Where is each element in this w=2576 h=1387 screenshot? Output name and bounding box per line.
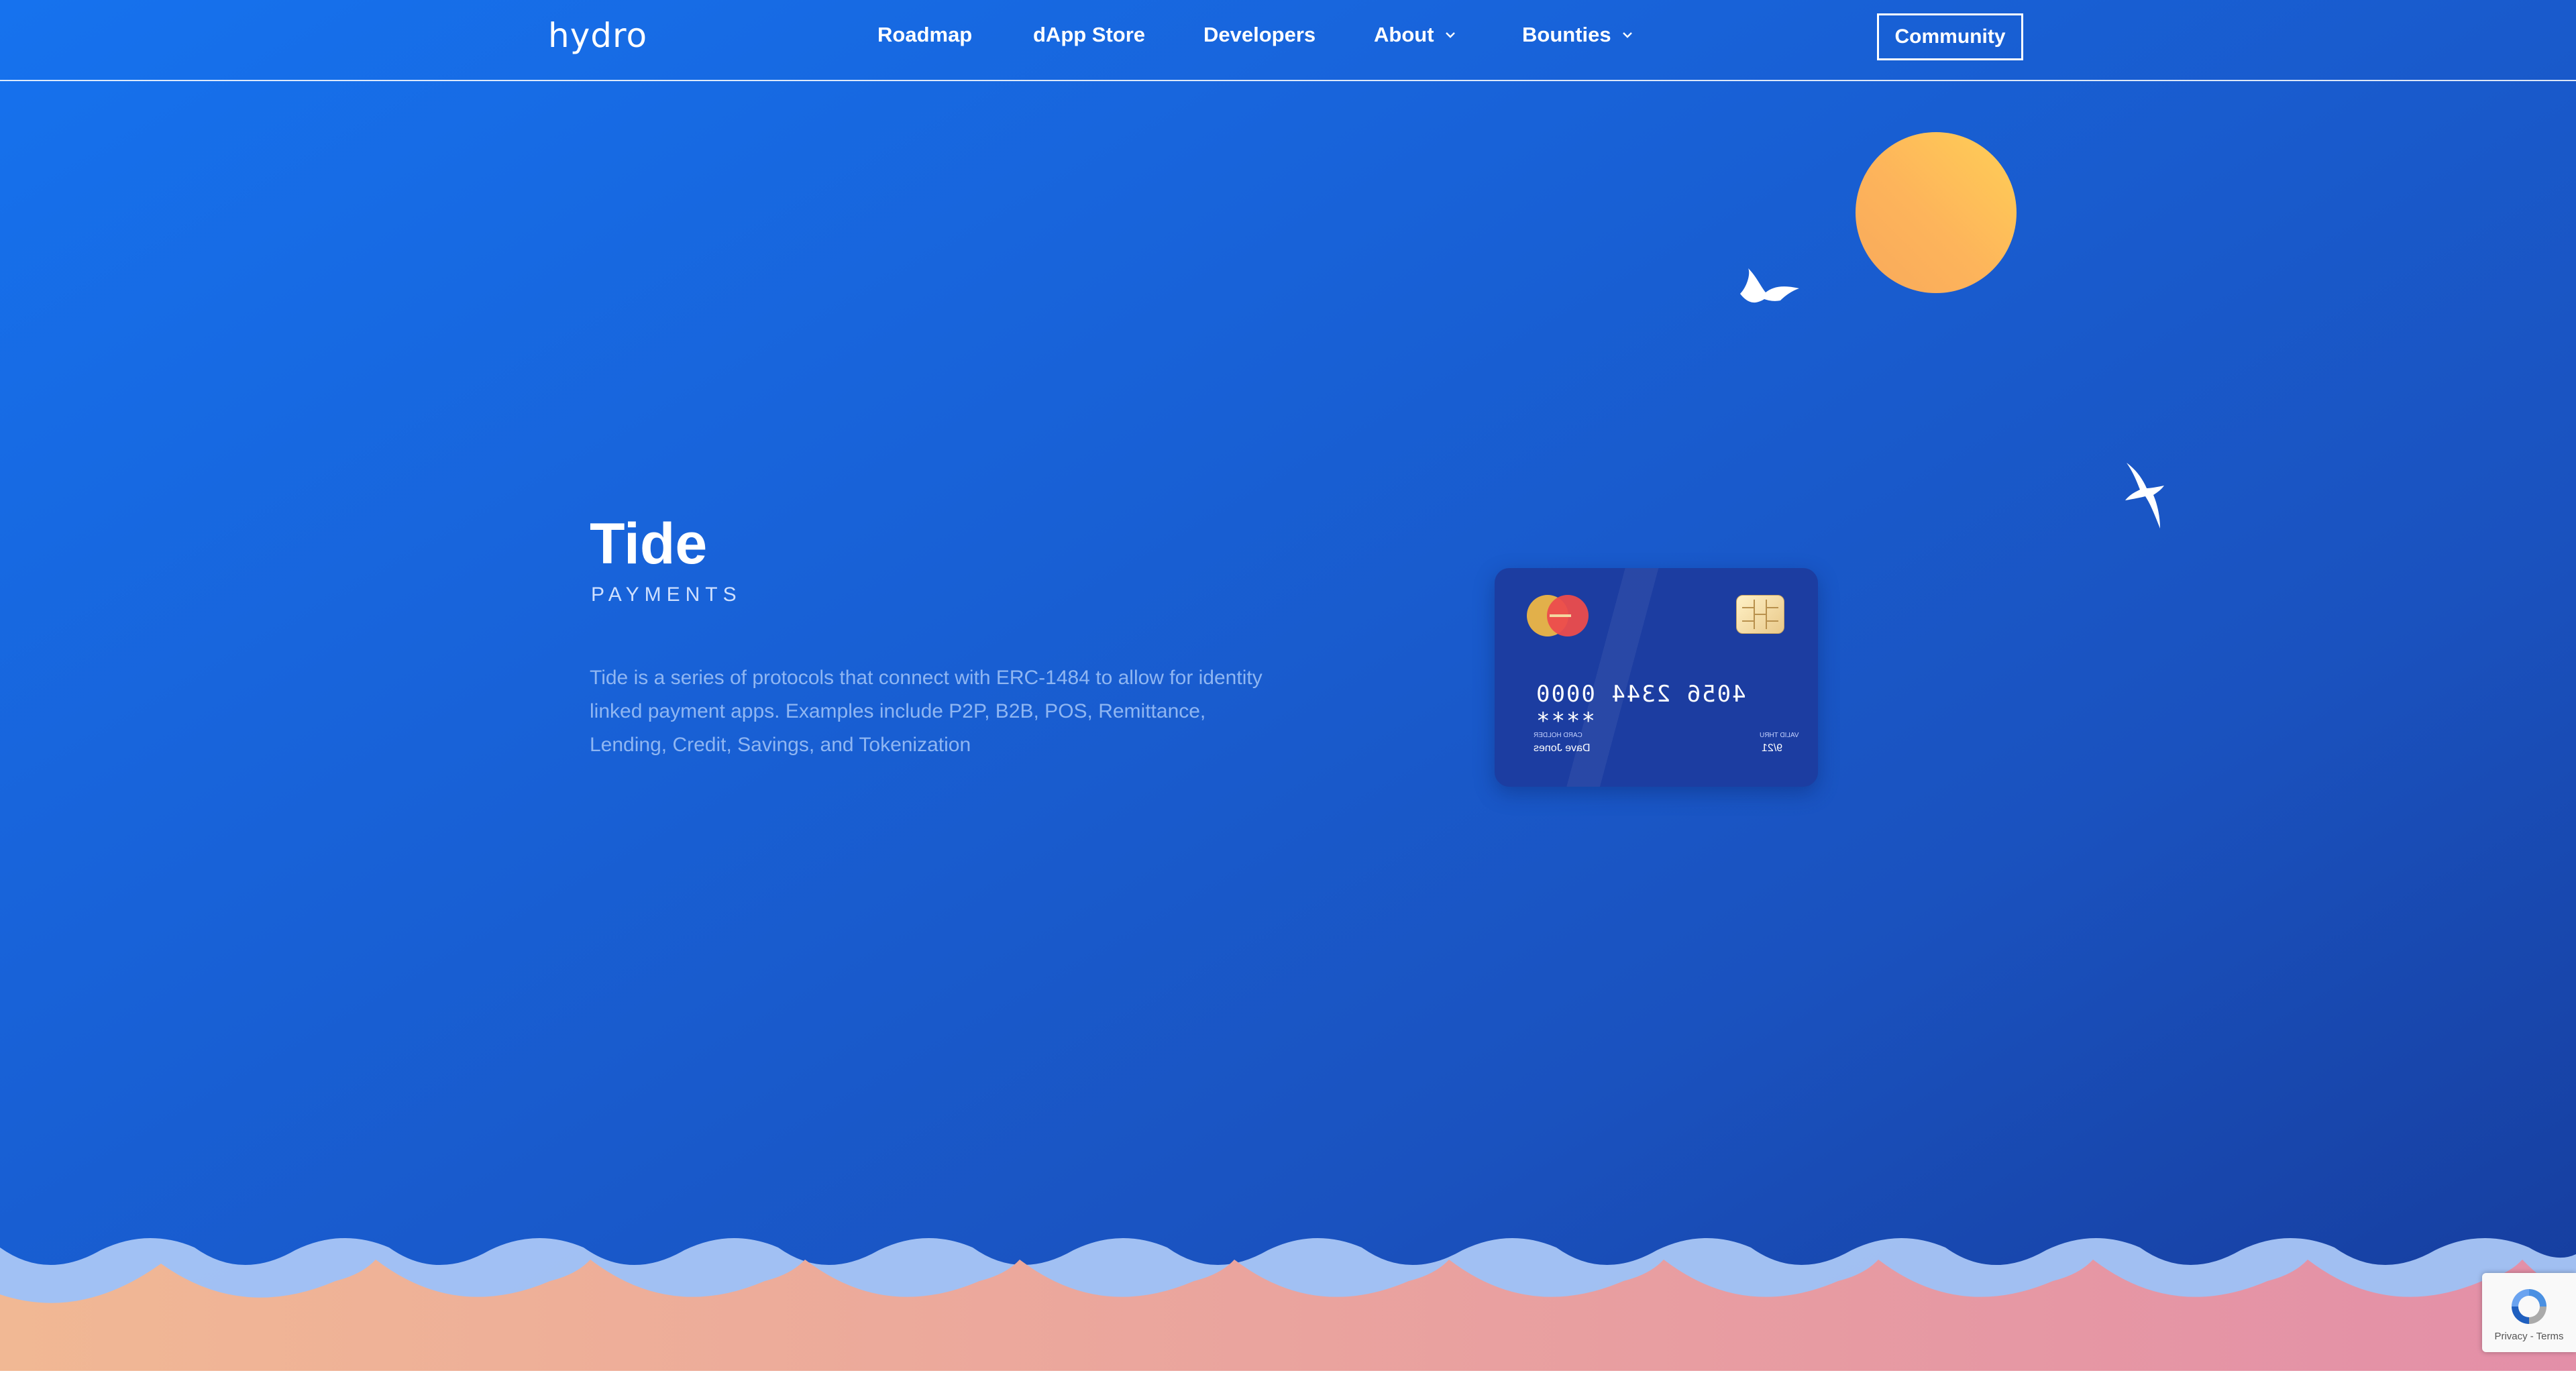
community-button[interactable]: Community xyxy=(1877,13,2023,60)
nav-bounties-label: Bounties xyxy=(1522,23,1611,46)
bird-icon xyxy=(2125,463,2164,529)
recaptcha-links[interactable]: Privacy - Terms xyxy=(2482,1331,2576,1342)
card-chip-icon xyxy=(1736,595,1784,634)
bird-icon xyxy=(1740,268,1799,303)
card-holder-name: Dave Jones xyxy=(1534,742,1591,754)
card-number: 4056 2344 0000 **** xyxy=(1535,681,1746,734)
page-subtitle: PAYMENTS xyxy=(591,584,742,606)
nav-roadmap-label: Roadmap xyxy=(877,23,973,46)
hero-description: Tide is a series of protocols that conne… xyxy=(590,667,1263,756)
card-brand-bar xyxy=(1550,614,1571,617)
nav-roadmap[interactable]: Roadmap xyxy=(877,23,972,47)
chevron-down-icon xyxy=(1622,32,1632,38)
navbar: hydro Roadmap dApp Store Developers Abou… xyxy=(0,0,2576,81)
recaptcha-icon xyxy=(2512,1289,2546,1324)
chevron-down-icon xyxy=(1445,32,1455,38)
nav-developers[interactable]: Developers xyxy=(1203,23,1316,47)
sun-illustration xyxy=(1856,132,2017,293)
nav-about[interactable]: About xyxy=(1374,23,1457,47)
waves-illustration xyxy=(0,1237,2576,1371)
hero-section: hydro Roadmap dApp Store Developers Abou… xyxy=(0,0,2576,1371)
nav-developers-label: Developers xyxy=(1203,23,1316,46)
page-title: Tide xyxy=(590,512,708,576)
card-valid-value: 9/21 xyxy=(1762,742,1783,754)
card-valid-label: VALID THRU xyxy=(1760,732,1799,739)
card-holder-label: CARD HOLDER xyxy=(1534,732,1582,739)
nav-about-label: About xyxy=(1374,23,1434,46)
nav-dapp-store[interactable]: dApp Store xyxy=(1033,23,1145,47)
recaptcha-badge[interactable]: Privacy - Terms xyxy=(2482,1273,2576,1352)
credit-card-illustration: 4056 2344 0000 **** CARD HOLDER Dave Jon… xyxy=(1495,568,1818,787)
nav-bounties[interactable]: Bounties xyxy=(1522,23,1634,47)
logo[interactable]: hydro xyxy=(548,16,647,55)
nav-dapp-store-label: dApp Store xyxy=(1033,23,1146,46)
